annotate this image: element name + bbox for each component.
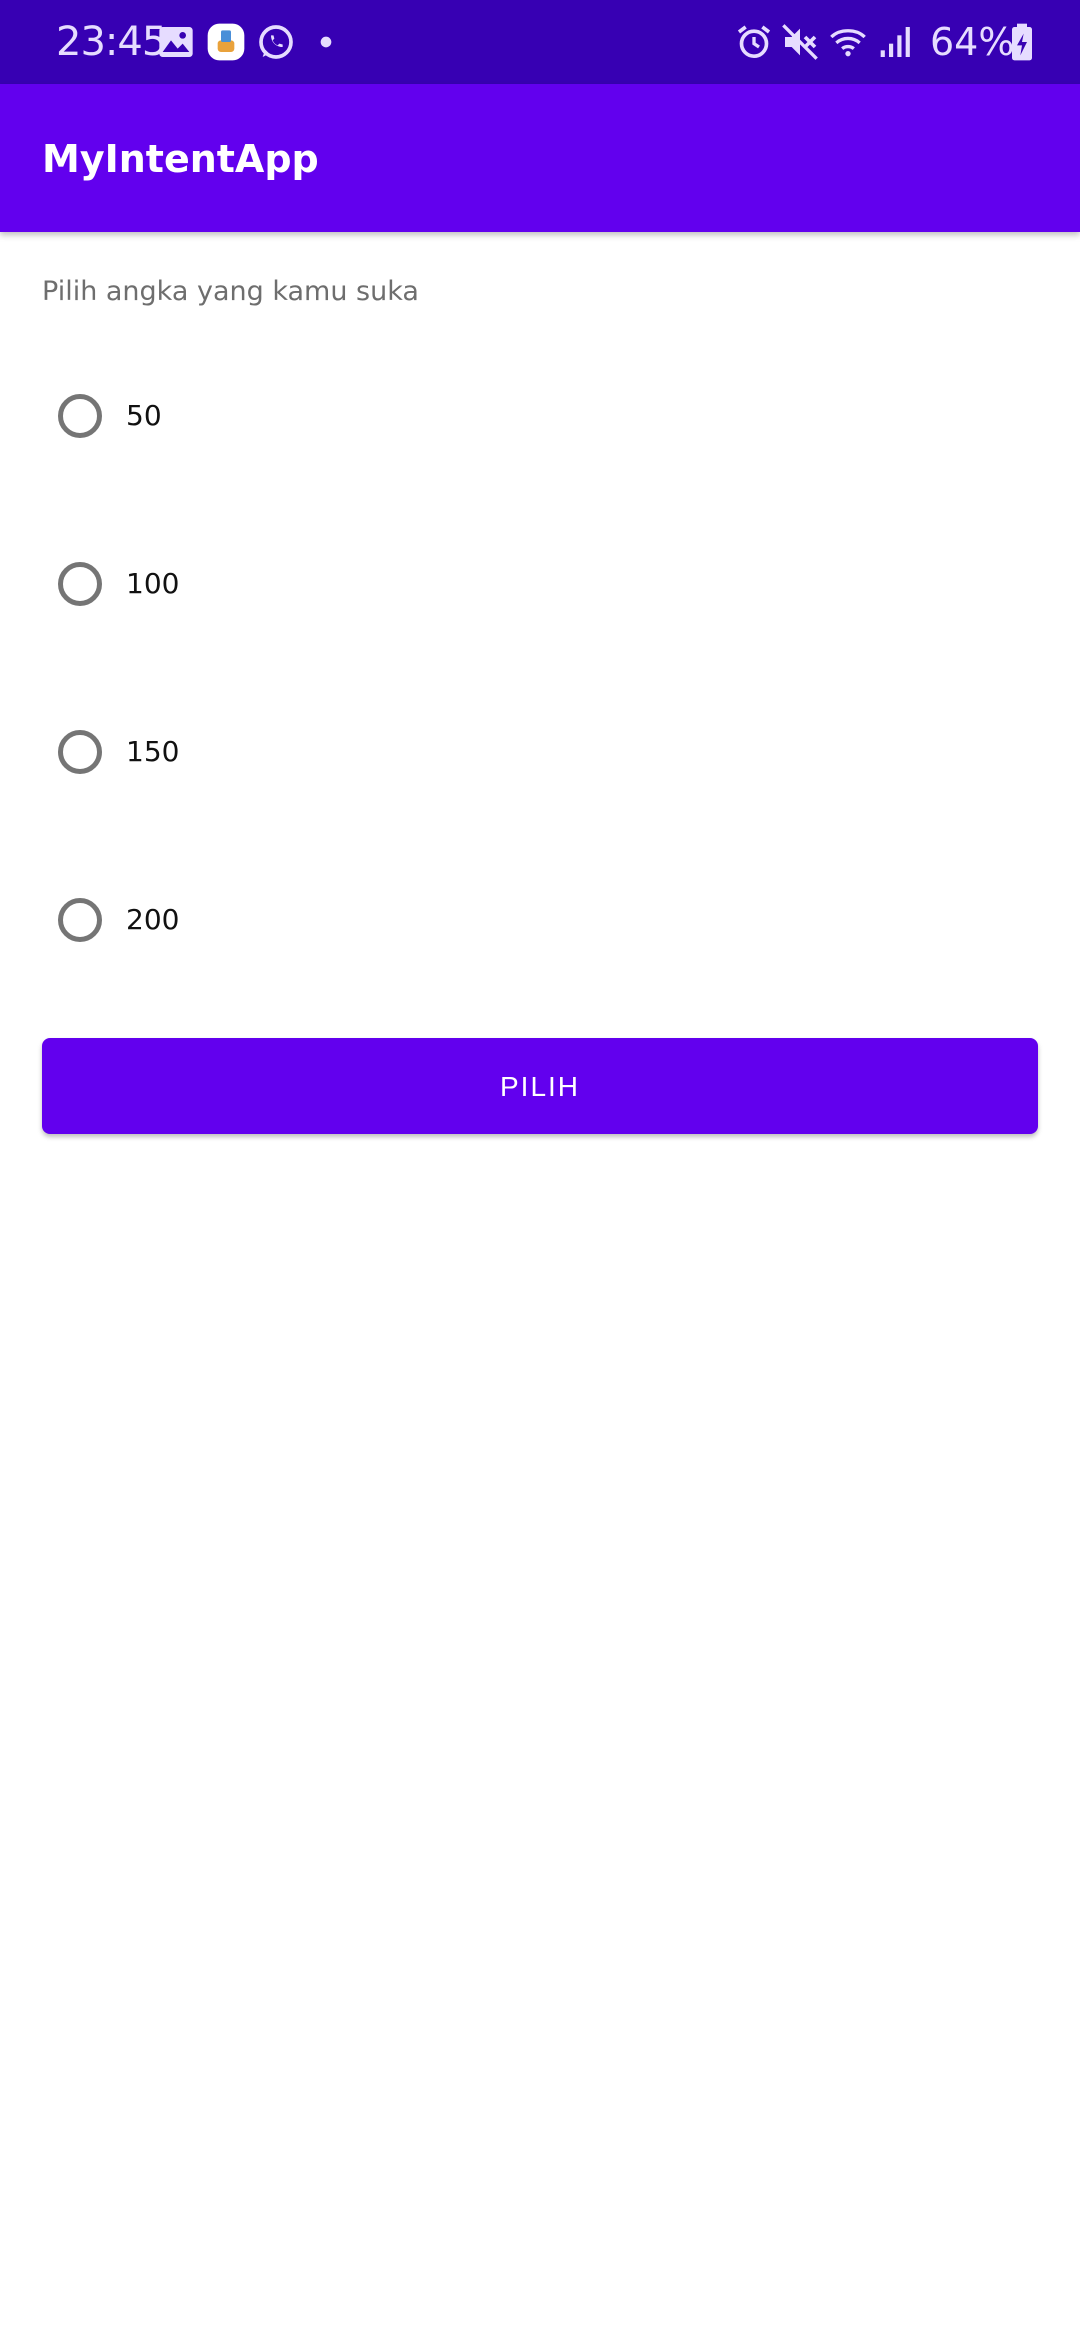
- whatsapp-icon: [256, 22, 296, 62]
- cleaner-app-icon: [206, 22, 246, 62]
- gallery-icon: [156, 22, 196, 62]
- alarm-icon: [734, 22, 774, 62]
- radio-label: 100: [126, 567, 180, 600]
- app-title: MyIntentApp: [42, 137, 319, 181]
- radio-button[interactable]: [58, 898, 102, 942]
- radio-button[interactable]: [58, 562, 102, 606]
- radio-option-50[interactable]: 50: [42, 338, 1038, 506]
- radio-button[interactable]: [58, 394, 102, 438]
- radio-label: 200: [126, 903, 180, 936]
- radio-option-100[interactable]: 100: [42, 506, 1038, 674]
- status-bar: 23:45 64%: [0, 0, 1080, 84]
- wifi-icon: [828, 22, 868, 62]
- status-time: 23:45: [56, 19, 167, 65]
- pilih-button[interactable]: PILIH: [42, 1038, 1038, 1134]
- prompt-text: Pilih angka yang kamu suka: [42, 276, 419, 307]
- mute-icon: [780, 22, 820, 62]
- radio-button[interactable]: [58, 730, 102, 774]
- battery-charging-icon: [1002, 22, 1042, 62]
- app-bar: MyIntentApp: [0, 84, 1080, 232]
- signal-icon: [874, 22, 914, 62]
- radio-label: 50: [126, 399, 162, 432]
- radio-option-200[interactable]: 200: [42, 842, 1038, 1010]
- radio-option-150[interactable]: 150: [42, 674, 1038, 842]
- notification-dot-icon: [306, 22, 346, 62]
- radio-label: 150: [126, 735, 180, 768]
